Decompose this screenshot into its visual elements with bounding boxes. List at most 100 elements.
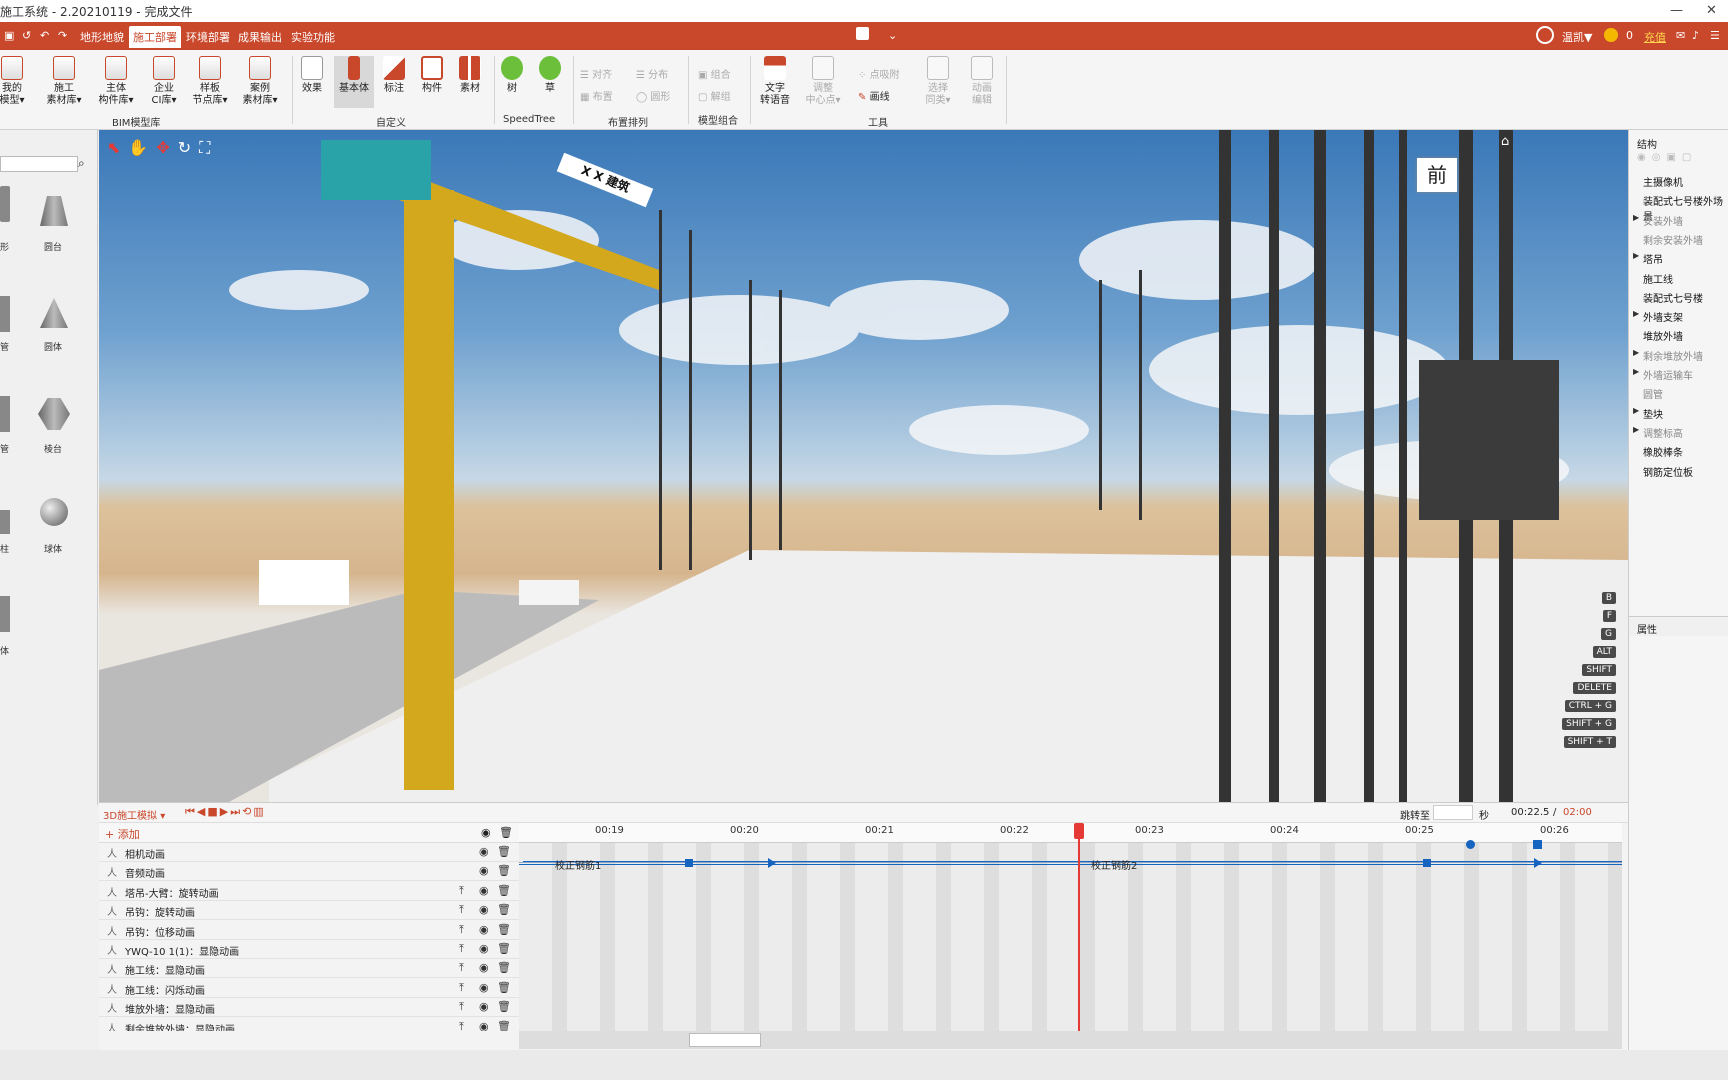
eye-icon[interactable]: ◉ xyxy=(479,942,489,955)
bell-icon[interactable]: ♪ xyxy=(1692,29,1699,42)
tree-item[interactable]: 剩余安装外墙 xyxy=(1643,232,1703,247)
tree-item[interactable]: 主摄像机 xyxy=(1643,174,1683,189)
eye-icon[interactable]: ◉ xyxy=(479,864,489,877)
eye-icon[interactable]: ◉ xyxy=(479,981,489,994)
trash-icon[interactable]: 🗑 xyxy=(497,923,511,936)
view-cube[interactable]: 前 xyxy=(1417,158,1457,192)
shape-thumb-icon[interactable] xyxy=(0,186,10,222)
skip-start-icon[interactable]: ⏮ xyxy=(185,805,197,818)
track-row[interactable]: 人堆放外墙：显隐动画 ⤒ ◉ 🗑 xyxy=(99,998,519,1018)
clip-label-2[interactable]: 校正钢筋2 xyxy=(1091,857,1137,872)
pipe-icon[interactable] xyxy=(0,296,10,332)
tube-icon[interactable] xyxy=(0,396,10,432)
eye-icon[interactable]: ◉ xyxy=(479,845,489,858)
save-icon[interactable]: ▣ xyxy=(4,29,14,42)
select-same-button[interactable]: 选择 同类▾ xyxy=(918,56,958,107)
tree-item[interactable]: 装配式七号楼 xyxy=(1643,290,1703,305)
undo-icon[interactable]: ↶ xyxy=(40,29,49,42)
eye-icon[interactable]: ◉ xyxy=(1637,152,1652,163)
align-button[interactable]: ☰ 对齐 xyxy=(580,66,612,81)
copy-icon[interactable]: ▢ xyxy=(1682,152,1697,163)
skip-end-icon[interactable]: ⏭ xyxy=(230,805,242,818)
ungroup-button[interactable]: ▢ 解组 xyxy=(698,88,731,103)
timeline-lanes[interactable]: 00:19 00:20 00:21 00:22 00:23 00:24 00:25 00:26… xyxy=(519,823,1622,1031)
eye-icon[interactable]: ◉ xyxy=(479,961,489,974)
stop-icon[interactable]: ■ xyxy=(207,805,219,818)
pin-top-icon[interactable]: ⤒ xyxy=(459,1020,464,1031)
trash-icon[interactable]: 🗑 xyxy=(497,961,511,974)
keyframe[interactable] xyxy=(1423,859,1431,867)
frustum-icon[interactable] xyxy=(40,196,68,226)
basic-body-button[interactable]: 基本体 xyxy=(334,56,374,108)
recharge-link[interactable]: 充值 xyxy=(1644,29,1666,45)
body-icon[interactable] xyxy=(0,596,10,632)
combine-button[interactable]: ▣ 组合 xyxy=(698,66,731,81)
select-tool-icon[interactable]: ⬉ xyxy=(107,138,128,157)
track-row[interactable]: 人施工线：显隐动画 ⤒ ◉ 🗑 xyxy=(99,959,519,979)
pin-top-icon[interactable]: ⤒ xyxy=(459,942,464,956)
fullscreen-icon[interactable]: ⛶ xyxy=(199,138,218,157)
expand-arrow-icon[interactable]: ▶ xyxy=(1633,367,1639,376)
scrollbar-thumb[interactable] xyxy=(689,1033,761,1047)
trash-icon[interactable]: 🗑 xyxy=(497,942,511,955)
expand-arrow-icon[interactable]: ▶ xyxy=(1633,251,1639,260)
playhead[interactable] xyxy=(1078,823,1080,1031)
eye-icon[interactable]: ◉ xyxy=(479,884,489,897)
tab-experimental[interactable]: 实验功能 xyxy=(291,29,335,45)
track-row[interactable]: 人吊钩：位移动画 ⤒ ◉ 🗑 xyxy=(99,921,519,940)
track-row[interactable]: 人塔吊-大臂：旋转动画 ⤒ ◉ 🗑 xyxy=(99,882,519,901)
tree-item[interactable]: ▶ 塔吊 xyxy=(1633,251,1663,266)
tab-terrain[interactable]: 地形地貌 xyxy=(80,29,124,45)
text-to-speech-button[interactable]: 文字 转语音 xyxy=(755,56,795,107)
window-mode-icon[interactable] xyxy=(856,27,869,40)
tab-output[interactable]: 成果输出 xyxy=(238,29,282,45)
track-row[interactable]: 人吊钩：旋转动画 ⤒ ◉ 🗑 xyxy=(99,901,519,921)
tree-item[interactable]: ▶ 调整标高 xyxy=(1633,425,1683,440)
eye-icon[interactable]: ◉ xyxy=(479,1020,489,1031)
pin-top-icon[interactable]: ⤒ xyxy=(459,884,464,898)
my-model-button[interactable]: 我的 模型▾ xyxy=(0,56,32,107)
sphere-icon[interactable] xyxy=(40,498,68,526)
playhead-handle[interactable] xyxy=(1074,823,1084,839)
pin-top-icon[interactable]: ⤒ xyxy=(459,1000,464,1014)
tree-item[interactable]: ▶ 垫块 xyxy=(1633,406,1663,421)
tree-item[interactable]: 橡胶棒条 xyxy=(1643,444,1683,459)
tree-button[interactable]: 树 xyxy=(492,56,532,95)
pin-top-icon[interactable]: ⤒ xyxy=(459,903,464,917)
mail-icon[interactable]: ✉ xyxy=(1676,29,1685,42)
expand-arrow-icon[interactable]: ▶ xyxy=(1633,406,1639,415)
eye-icon[interactable]: ◉ xyxy=(479,923,489,936)
enterprise-ci-button[interactable]: 企业 CI库▾ xyxy=(144,56,184,107)
tree-item[interactable]: 圆管 xyxy=(1643,386,1663,401)
tree-item[interactable]: 钢筋定位板 xyxy=(1643,464,1693,479)
track-row[interactable]: 人 YWQ-10 1(1)：显隐动画 ⤒ ◉ 🗑 xyxy=(99,940,519,959)
case-material-button[interactable]: 案例 素材库▾ xyxy=(240,56,280,107)
track-row[interactable]: 人相机动画 ◉ 🗑 xyxy=(99,843,519,862)
mode-select[interactable]: 3D施工模拟 ▾ xyxy=(103,807,165,822)
layout-button[interactable]: ▦ 布置 xyxy=(580,88,613,103)
eye-icon[interactable]: ◉ xyxy=(479,903,489,916)
tree-item[interactable]: ▶ 安装外墙 xyxy=(1633,213,1683,228)
keyframe-start[interactable] xyxy=(1534,858,1542,868)
user-name[interactable]: 温凯▼ xyxy=(1562,29,1592,45)
trash-icon[interactable]: 🗑 xyxy=(497,1000,511,1013)
hide-icon[interactable]: ◎ xyxy=(1652,152,1667,163)
track-row[interactable]: 人 剩余堆放外墙：显隐动画 ⤒ ◉ 🗑 xyxy=(99,1018,519,1031)
hand-icon[interactable]: ✋ xyxy=(128,138,156,157)
cone-icon[interactable] xyxy=(40,298,68,328)
trash-icon[interactable]: 🗑 xyxy=(497,864,511,877)
lock-icon[interactable]: ▣ xyxy=(1666,152,1681,163)
play-icon[interactable]: ▶ xyxy=(220,805,230,818)
trash-icon[interactable]: 🗑 xyxy=(497,884,511,897)
animation-edit-button[interactable]: 动画 编辑 xyxy=(962,56,1002,107)
draw-line-button[interactable]: ✎ 画线 xyxy=(858,88,890,103)
move-icon[interactable]: ✥ xyxy=(156,138,177,157)
home-icon[interactable]: ⌂ xyxy=(1501,134,1509,149)
expand-arrow-icon[interactable]: ▶ xyxy=(1633,348,1639,357)
chart-icon[interactable]: ▥ xyxy=(253,805,265,818)
snap-button[interactable]: ⁘ 点吸附 xyxy=(858,66,900,81)
circle-button[interactable]: ◯ 圆形 xyxy=(636,88,670,103)
material-button[interactable]: 素材 xyxy=(450,56,490,95)
main-component-button[interactable]: 主体 构件库▾ xyxy=(96,56,136,107)
tree-item[interactable]: ▶ 剩余堆放外墙 xyxy=(1633,348,1703,363)
